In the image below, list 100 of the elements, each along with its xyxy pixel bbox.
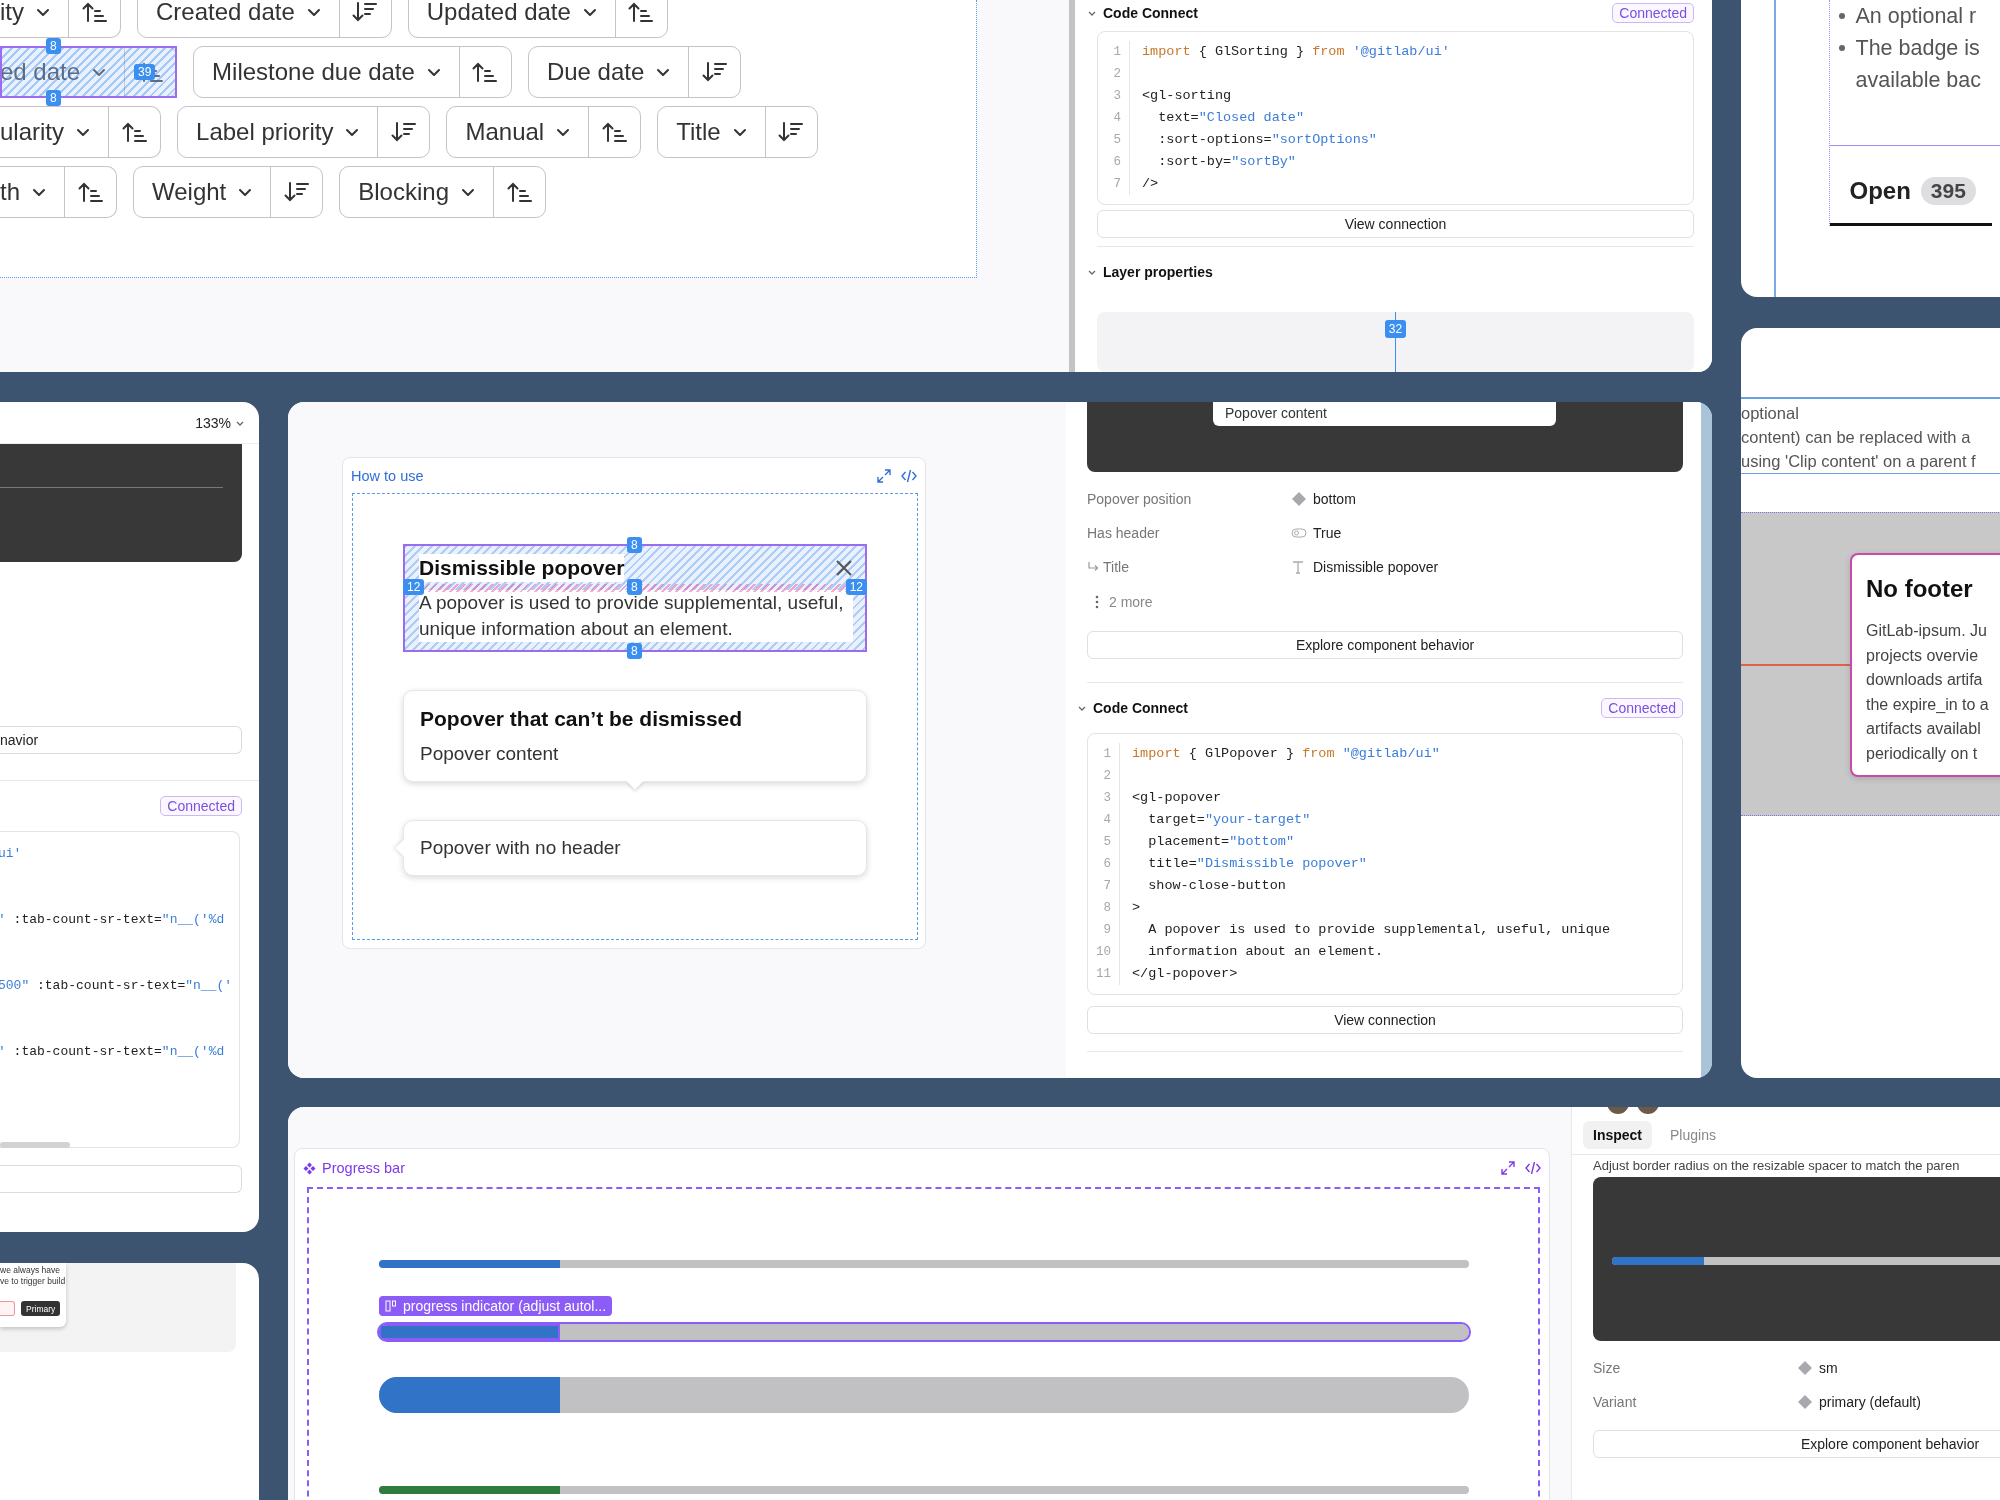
- line-number: 11: [1096, 966, 1111, 983]
- line-number: 4: [1103, 812, 1111, 829]
- sort-descending-icon: [283, 180, 310, 204]
- bullet-text: An optional r: [1855, 3, 1977, 30]
- code-line: show-close-button: [1147, 877, 1287, 895]
- sort-field-dropdown[interactable]: ularity: [0, 107, 109, 157]
- sort-field-dropdown[interactable]: Title: [658, 107, 765, 157]
- tab[interactable]: Inspect: [1583, 1121, 1652, 1149]
- code-icon[interactable]: [1525, 1161, 1541, 1175]
- property-label: Popover position: [1087, 491, 1192, 507]
- popover-text: the expire_in to a: [1866, 694, 1990, 715]
- diamond-icon: [1797, 1360, 1813, 1376]
- line-number: 7: [1113, 175, 1121, 193]
- view-connection-button[interactable]: View connection: [1087, 1006, 1683, 1034]
- layout-icon: [385, 1300, 397, 1312]
- card-title: How to use: [351, 467, 424, 484]
- popover-text: artifacts availabl: [1866, 719, 1982, 739]
- property-value[interactable]: True: [1313, 525, 1342, 541]
- sort-ascending-icon: [628, 0, 655, 24]
- popover-title: No footer: [1866, 575, 1974, 603]
- line-number: 5: [1113, 131, 1121, 149]
- line-number: 3: [1103, 790, 1111, 807]
- code-line: </gl-popover>: [1132, 965, 1239, 983]
- sort-field-dropdown[interactable]: Label priority: [178, 107, 378, 157]
- diamond-icon: [1797, 1394, 1813, 1410]
- input-field[interactable]: [0, 1165, 242, 1193]
- line-number: 1: [1113, 43, 1121, 61]
- sort-ascending-icon: [601, 120, 628, 144]
- tab[interactable]: Open 395: [1829, 177, 1992, 226]
- line-number: 9: [1103, 922, 1111, 939]
- status-badge: Connected: [160, 796, 242, 816]
- more-link[interactable]: 2 more: [1109, 594, 1153, 610]
- more-icon[interactable]: [1095, 595, 1099, 609]
- code-line: import { GlPopover } from "@gitlab/ui": [1132, 745, 1441, 763]
- code-icon[interactable]: [901, 468, 917, 483]
- view-connection-button[interactable]: View connection: [1097, 210, 1694, 239]
- sort-descending-icon: [701, 60, 728, 84]
- sort-descending-icon: [778, 120, 805, 144]
- line-number: 8: [1103, 900, 1111, 917]
- line-number: 7: [1103, 878, 1111, 895]
- count-badge: 395: [1920, 177, 1976, 205]
- close-icon[interactable]: [835, 559, 853, 577]
- sort-field-dropdown[interactable]: ity: [0, 0, 68, 37]
- property-label: Title: [1103, 559, 1129, 575]
- code-line: A popover is used to provide supplemental, useful, unique: [1147, 921, 1610, 939]
- popover-text: periodically on t: [1866, 743, 1979, 764]
- code-line: ' :tab-count-sr-text="n__('%d: [0, 911, 226, 929]
- expand-icon[interactable]: [1501, 1161, 1515, 1175]
- property-label: Has header: [1087, 525, 1160, 541]
- description-text: using 'Clip content' on a parent f: [1741, 450, 1977, 472]
- bullet-icon: [1838, 13, 1845, 19]
- popover-text: A popover is used to provide supplemental, useful, unique information about an element.: [419, 590, 853, 642]
- sort-ascending-icon: [77, 180, 104, 204]
- popover-text: GitLab-ipsum. Ju: [1866, 621, 1988, 641]
- status-badge: Connected: [1601, 698, 1683, 718]
- scrollbar[interactable]: [0, 1142, 70, 1148]
- code-line: >: [1132, 899, 1142, 917]
- sort-field-dropdown[interactable]: th: [0, 167, 64, 217]
- spacing-badge: 32: [1384, 320, 1407, 338]
- property-value[interactable]: bottom: [1313, 491, 1356, 507]
- sort-field-dropdown[interactable]: Updated date: [408, 0, 615, 37]
- explore-button[interactable]: Explore component behavior: [1593, 1430, 2000, 1458]
- sort-field-dropdown[interactable]: Blocking: [340, 167, 493, 217]
- description-text: optional: [1741, 402, 1800, 424]
- scrollbar[interactable]: [1701, 402, 1712, 1078]
- expand-icon[interactable]: [877, 468, 891, 483]
- code-line: ui': [0, 845, 23, 863]
- line-number: 2: [1113, 65, 1121, 83]
- diamond-icon: [1291, 491, 1307, 507]
- property-value[interactable]: primary (default): [1819, 1394, 1921, 1410]
- sort-field-dropdown[interactable]: Manual: [447, 107, 589, 157]
- code-line: ' :tab-count-sr-text="n__('%d: [0, 1043, 226, 1061]
- sort-field-dropdown[interactable]: Milestone due date: [194, 47, 459, 97]
- sort-field-dropdown[interactable]: Due date: [528, 47, 689, 97]
- zoom-level[interactable]: 133%: [195, 414, 231, 431]
- nested-arrow-icon: [1087, 561, 1099, 573]
- property-value[interactable]: Dismissible popover: [1313, 559, 1439, 575]
- sort-field-dropdown[interactable]: Created date: [138, 0, 339, 37]
- code-line: :sort-by="sortBy": [1157, 152, 1297, 171]
- description-text: content) can be replaced with a: [1741, 426, 1972, 448]
- code-line: <gl-sorting: [1142, 86, 1233, 105]
- popover-text: projects overvie: [1866, 645, 1980, 666]
- bullet-icon: [1838, 45, 1845, 51]
- explore-button[interactable]: navior: [0, 726, 242, 754]
- sort-ascending-icon: [81, 0, 108, 24]
- bullet-text: available bac: [1855, 67, 1981, 94]
- explore-button[interactable]: Explore component behavior: [1087, 631, 1683, 659]
- tab[interactable]: Plugins: [1660, 1121, 1726, 1149]
- code-line: information about an element.: [1147, 943, 1385, 961]
- section-title: Code Connect: [1103, 5, 1198, 21]
- hint-text: Adjust border radius on the resizable spacer to match the paren: [1593, 1158, 1960, 1174]
- code-line: placement="bottom": [1147, 833, 1296, 851]
- text-icon: [1291, 560, 1305, 574]
- bullet-text: The badge is: [1855, 35, 1980, 62]
- line-number: 4: [1113, 109, 1121, 127]
- property-value[interactable]: sm: [1819, 1360, 1838, 1376]
- primary-button[interactable]: Primary: [21, 1301, 61, 1316]
- line-number: 10: [1096, 944, 1111, 961]
- code-line: :sort-options="sortOptions": [1157, 130, 1378, 149]
- sort-field-dropdown[interactable]: Weight: [134, 167, 271, 217]
